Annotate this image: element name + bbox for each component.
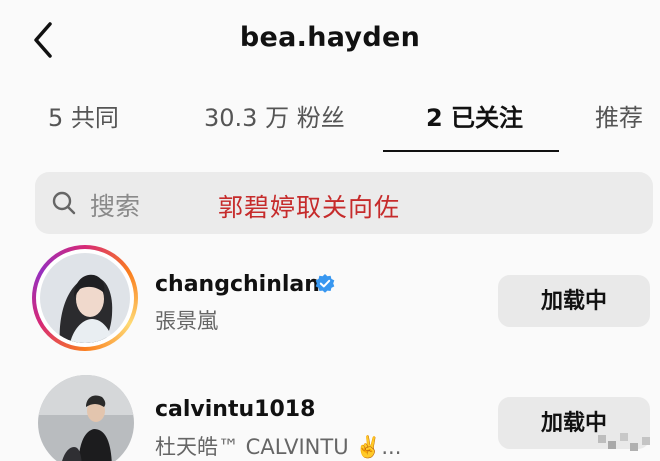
full-name: 杜天皓™ CALVINTU ✌️... [155, 435, 402, 459]
overlay-caption: 郭碧婷取关向佐 [218, 193, 401, 222]
avatar [40, 253, 130, 343]
search-input[interactable]: 搜索 郭碧婷取关向佐 [35, 172, 653, 234]
header: bea.hayden [0, 0, 660, 82]
tab-mutual[interactable]: 5 共同 [48, 98, 119, 133]
story-ring[interactable] [32, 245, 138, 351]
tab-bar: 5 共同 30.3 万 粉丝 2 已关注 推荐 [0, 82, 660, 154]
screen: bea.hayden 5 共同 30.3 万 粉丝 2 已关注 推荐 搜索 郭碧… [0, 0, 660, 461]
full-name: 張景嵐 [155, 309, 218, 333]
list-item[interactable]: changchinlan 張景嵐 加载中 [0, 245, 660, 355]
active-tab-indicator [383, 150, 559, 152]
tab-suggested[interactable]: 推荐 [595, 98, 643, 133]
page-title: bea.hayden [239, 22, 421, 53]
tab-following[interactable]: 2 已关注 [426, 98, 523, 133]
avatar[interactable] [38, 375, 134, 461]
username[interactable]: calvintu1018 [155, 397, 315, 422]
search-placeholder: 搜索 [90, 192, 141, 221]
username[interactable]: changchinlan [155, 272, 320, 297]
list-item[interactable]: calvintu1018 杜天皓™ CALVINTU ✌️... 加载中 [0, 373, 660, 461]
watermark-icon [598, 433, 650, 451]
verified-badge-icon [315, 274, 335, 293]
search-icon [52, 191, 76, 215]
tab-followers[interactable]: 30.3 万 粉丝 [204, 98, 345, 133]
follow-button[interactable]: 加载中 [498, 275, 650, 327]
